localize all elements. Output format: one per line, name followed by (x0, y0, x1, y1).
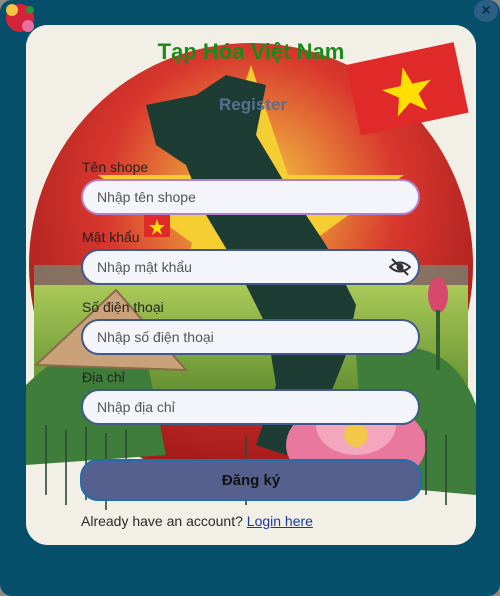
form-subtitle: Register (218, 95, 288, 114)
register-panel: Tạp Hóa Việt Nam Register Tên shope Mật … (26, 25, 476, 545)
page-title: Tạp Hóa Việt Nam (157, 39, 345, 64)
phone-label: Số điện thoại (82, 299, 164, 315)
address-input[interactable] (81, 389, 420, 425)
shop-name-input[interactable] (81, 179, 420, 215)
address-label: Địa chỉ (82, 369, 125, 385)
close-button[interactable]: × (474, 0, 498, 22)
password-label: Mật khẩu (82, 229, 140, 245)
shop-name-label: Tên shope (82, 159, 149, 175)
password-input[interactable] (81, 249, 420, 285)
login-prompt-text: Already have an account? (81, 513, 243, 529)
phone-input[interactable] (81, 319, 420, 355)
register-button[interactable]: Đăng ký (80, 459, 422, 501)
eye-off-icon[interactable] (389, 258, 411, 276)
login-prompt: Already have an account? Login here (81, 513, 313, 529)
login-link[interactable]: Login here (247, 513, 313, 529)
close-icon: × (481, 2, 491, 19)
